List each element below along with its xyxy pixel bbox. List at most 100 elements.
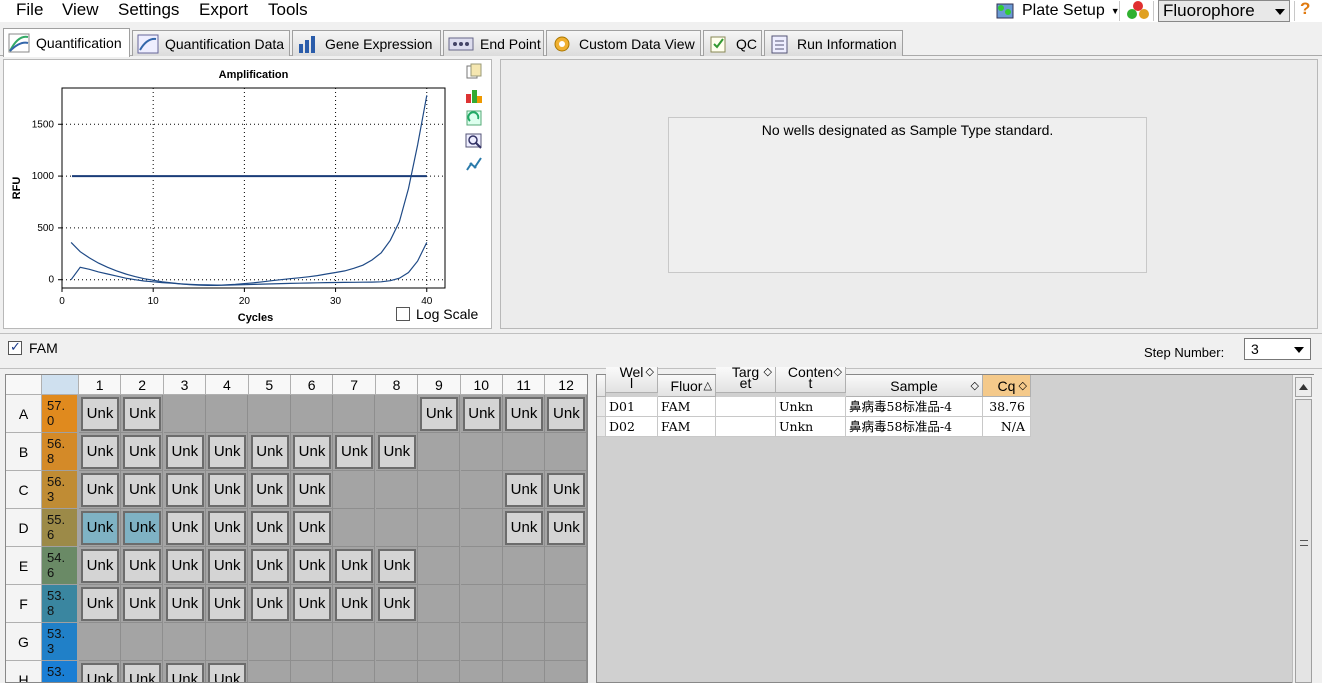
table-cell[interactable]: D02 [606, 417, 658, 437]
plate-well[interactable]: Unk [375, 585, 418, 623]
tab-custom-data-view[interactable]: Custom Data View [546, 30, 701, 56]
plate-well[interactable] [291, 623, 333, 661]
plate-well[interactable]: Unk [503, 395, 545, 433]
plate-well[interactable] [291, 661, 333, 682]
plate-well[interactable] [163, 623, 206, 661]
plate-well[interactable]: Unk [545, 471, 587, 509]
plate-well[interactable]: Unk [291, 547, 333, 585]
table-cell[interactable]: N/A [983, 417, 1031, 437]
plate-well[interactable] [461, 661, 503, 682]
column-header[interactable]: 12 [545, 375, 587, 395]
table-cell[interactable]: 鼻病毒58标准品-4 [846, 397, 983, 417]
step-number-select[interactable]: 3 [1244, 338, 1311, 360]
column-header[interactable]: 9 [418, 375, 461, 395]
plate-well[interactable]: Unk [545, 395, 587, 433]
plate-well[interactable]: Unk [79, 547, 121, 585]
plate-well[interactable]: Unk [164, 661, 206, 682]
menu-tools[interactable]: Tools [268, 0, 308, 20]
menu-view[interactable]: View [62, 0, 99, 20]
well-group-icon[interactable] [1125, 0, 1151, 25]
column-header[interactable]: 10 [460, 375, 503, 395]
column-header[interactable]: 2 [121, 375, 164, 395]
column-header[interactable]: 11 [503, 375, 546, 395]
plate-well[interactable] [206, 623, 249, 661]
plate-well[interactable] [163, 395, 206, 433]
scroll-thumb[interactable] [1295, 399, 1312, 683]
help-icon[interactable]: ? [1300, 0, 1310, 19]
row-header[interactable]: C [6, 471, 42, 509]
plate-well[interactable] [121, 623, 164, 661]
plate-well[interactable] [545, 585, 587, 623]
plate-well[interactable]: Unk [163, 585, 206, 623]
plate-well[interactable] [418, 433, 461, 471]
table-cell[interactable]: Unkn [776, 397, 846, 417]
plate-well[interactable] [333, 623, 376, 661]
plate-well[interactable]: Unk [163, 547, 206, 585]
plate-well[interactable]: Unk [79, 471, 121, 509]
plate-well[interactable]: Unk [206, 547, 249, 585]
sort-icon[interactable]: ◇ [764, 367, 772, 378]
plate-well[interactable] [206, 395, 249, 433]
plate-well[interactable] [418, 661, 461, 682]
plate-well[interactable] [460, 547, 503, 585]
plate-well[interactable] [79, 623, 121, 661]
plate-well[interactable]: Unk [163, 471, 206, 509]
plate-well[interactable]: Unk [545, 509, 587, 547]
log-scale-checkbox[interactable] [396, 307, 410, 321]
plate-well[interactable]: Unk [79, 585, 121, 623]
plate-well[interactable]: Unk [79, 395, 121, 433]
plate-well[interactable]: Unk [375, 433, 418, 471]
plate-well[interactable] [375, 395, 418, 433]
column-header[interactable]: 3 [163, 375, 207, 395]
plate-well[interactable] [418, 623, 461, 661]
table-cell[interactable]: FAM [658, 397, 716, 417]
row-selector[interactable] [597, 397, 606, 417]
plate-well[interactable]: Unk [79, 509, 121, 547]
plate-well[interactable] [375, 623, 418, 661]
plate-well[interactable] [460, 471, 503, 509]
tab-end-point[interactable]: End Point [443, 30, 544, 56]
plate-well[interactable]: Unk [206, 471, 249, 509]
amplification-chart[interactable]: AmplificationCyclesRFU0 10 20 30 40050010001… [4, 60, 464, 328]
plate-well[interactable] [503, 623, 545, 661]
plate-well[interactable]: Unk [460, 395, 503, 433]
table-cell[interactable]: FAM [658, 417, 716, 437]
plate-well[interactable]: Unk [291, 509, 333, 547]
fluorophore-select[interactable]: Fluorophore [1158, 0, 1290, 22]
table-cell[interactable]: 38.76 [983, 397, 1031, 417]
plate-well[interactable] [460, 509, 503, 547]
row-header[interactable]: E [6, 547, 42, 585]
plate-well[interactable] [460, 623, 503, 661]
column-header[interactable]: 8 [375, 375, 419, 395]
plate-well[interactable]: Unk [503, 509, 545, 547]
plate-well[interactable]: Unk [333, 585, 376, 623]
row-selector[interactable] [597, 417, 606, 437]
plate-well[interactable]: Unk [333, 433, 376, 471]
results-scrollbar[interactable] [1292, 375, 1314, 683]
table-cell[interactable] [716, 397, 776, 417]
cq-column-header[interactable]: Cq ◇ [983, 375, 1031, 397]
plate-well[interactable]: Unk [121, 585, 164, 623]
menu-settings[interactable]: Settings [118, 0, 179, 20]
row-header[interactable]: A [6, 395, 42, 433]
plate-well[interactable] [545, 661, 587, 682]
plate-well[interactable]: Unk [206, 661, 249, 682]
sort-icon[interactable]: ◇ [971, 375, 979, 396]
plate-well[interactable] [375, 509, 418, 547]
plate-well[interactable] [291, 395, 333, 433]
plate-well[interactable]: Unk [291, 433, 333, 471]
plate-well[interactable]: Unk [248, 547, 291, 585]
menu-export[interactable]: Export [199, 0, 248, 20]
plate-well[interactable]: Unk [206, 509, 249, 547]
plate-well[interactable]: Unk [121, 395, 164, 433]
plate-well[interactable]: Unk [121, 509, 164, 547]
row-header[interactable]: H [6, 661, 42, 682]
plate-setup-button[interactable]: Plate Setup ▼ [994, 0, 1120, 22]
column-header[interactable]: 5 [248, 375, 291, 395]
plate-well[interactable] [248, 623, 291, 661]
plate-well[interactable] [503, 585, 545, 623]
amplification-curve-1[interactable] [70, 95, 428, 286]
column-header[interactable]: 6 [291, 375, 334, 395]
plate-well[interactable] [460, 585, 503, 623]
tab-quantification-data[interactable]: Quantification Data [132, 30, 290, 56]
